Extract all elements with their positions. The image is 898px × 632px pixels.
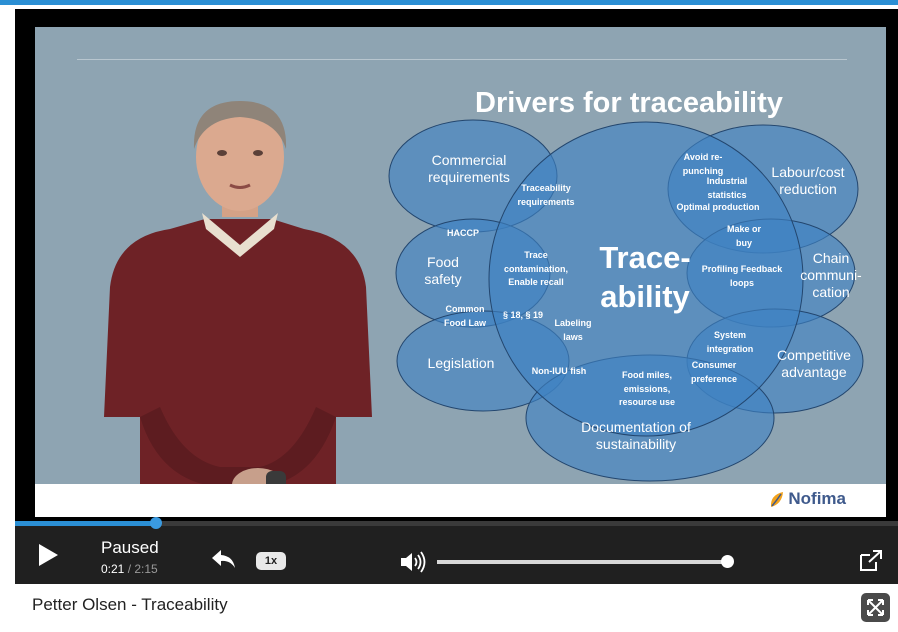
nofima-logo: Nofima: [768, 489, 846, 509]
label-documentation: Documentation of sustainability: [581, 419, 691, 452]
time-separator: /: [124, 562, 135, 576]
progress-bar[interactable]: [15, 517, 898, 529]
playback-status: Paused: [101, 538, 159, 557]
video-title: Petter Olsen - Traceability: [32, 595, 228, 614]
player-controls: Paused 0:21 / 2:15 1x: [15, 517, 898, 584]
play-button[interactable]: [37, 543, 59, 572]
label-food-miles: Food miles, emissions, resource use: [618, 370, 676, 407]
popout-button[interactable]: [858, 549, 884, 578]
replay-back-button[interactable]: [211, 548, 237, 575]
volume-button[interactable]: [400, 551, 428, 578]
volume-icon: [401, 551, 426, 573]
nofima-leaf-icon: [771, 492, 784, 507]
label-industrial-statistics: Industrial statistics: [706, 176, 748, 200]
popout-icon: [860, 550, 882, 571]
center-line-2: ability: [600, 278, 690, 314]
label-avoid-repunching: Avoid re- punching: [682, 152, 724, 176]
label-legislation: Legislation: [427, 355, 495, 371]
label-non-iuu-fish: Non-IUU fish: [531, 366, 587, 376]
label-chain: Chain communi- cation: [800, 250, 862, 300]
slide-title: Drivers for traceability: [475, 87, 783, 119]
expand-icon: [867, 599, 884, 616]
label-labeling-laws: Labeling laws: [554, 318, 592, 342]
label-make-or-buy: Make or buy: [726, 224, 761, 248]
expand-button[interactable]: [861, 593, 890, 622]
volume-knob[interactable]: [721, 555, 735, 568]
center-line-1: Trace-: [599, 240, 691, 275]
label-common-food-law: Common Food Law: [444, 304, 486, 328]
presenter-figure: [104, 101, 372, 517]
label-consumer-preference: Consumer preference: [690, 360, 738, 384]
playback-time: 0:21 / 2:15: [101, 562, 158, 576]
label-system-integration: System integration: [706, 330, 754, 354]
playback-speed-button[interactable]: 1x: [256, 552, 286, 570]
play-icon: [39, 544, 58, 566]
label-competitive: Competitive advantage: [777, 347, 851, 380]
video-frame[interactable]: Drivers for traceability Commercial requ…: [35, 27, 886, 517]
reply-arrow-icon: [212, 550, 235, 568]
top-accent-rule: [0, 0, 898, 5]
volume-slider[interactable]: [437, 555, 735, 568]
label-traceability-requirements: Traceability requirements: [517, 183, 575, 207]
label-commercial: Commercial requirements: [428, 152, 510, 185]
label-labour: Labour/cost reduction: [771, 164, 845, 197]
duration: 2:15: [134, 562, 158, 576]
label-haccp: HACCP: [446, 228, 479, 238]
nofima-logo-text: Nofima: [788, 489, 846, 508]
current-time: 0:21: [101, 562, 125, 576]
label-food-safety: Food safety: [424, 254, 462, 287]
progress-scrubber[interactable]: [150, 517, 163, 529]
label-trace-contamination: Trace contamination, Enable recall: [503, 250, 568, 287]
label-optimal-production: Optimal production: [676, 202, 760, 212]
volume-fill: [437, 560, 728, 564]
progress-fill: [15, 521, 157, 526]
slide-footer: Nofima: [35, 484, 886, 517]
label-paragraphs: § 18, § 19: [502, 310, 544, 320]
label-traceability-center: Trace- ability: [563, 239, 727, 317]
video-player[interactable]: Drivers for traceability Commercial requ…: [15, 9, 898, 584]
